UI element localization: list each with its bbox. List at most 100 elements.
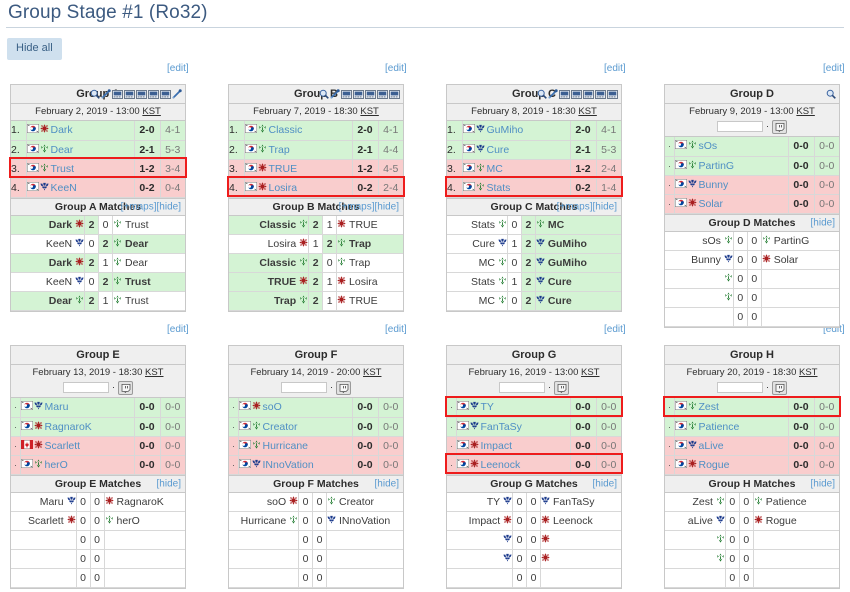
match-row[interactable]: Trap 21 TRUE	[229, 291, 403, 311]
player-link[interactable]: Patience	[699, 421, 740, 433]
match-row[interactable]: Dark 21 Dear	[11, 253, 185, 273]
player-link[interactable]: FanTaSy	[481, 421, 522, 433]
match-row[interactable]: KeeN 02 Trust	[11, 272, 185, 292]
match-row[interactable]: KeeN 02 Dear	[11, 234, 185, 254]
vod-icon[interactable]	[353, 89, 364, 99]
vod-icon[interactable]	[377, 89, 388, 99]
player-link[interactable]: INnoVation	[263, 459, 314, 471]
match-row[interactable]: 00	[11, 568, 185, 588]
player-link[interactable]: KeeN	[51, 182, 77, 194]
player-link[interactable]: Cure	[487, 144, 510, 156]
twitch-icon[interactable]	[772, 380, 788, 395]
player-link[interactable]: Losira	[269, 182, 298, 194]
match-row[interactable]: 00	[665, 568, 839, 588]
player-link[interactable]: Solar	[699, 198, 724, 210]
player-link[interactable]: Leenock	[481, 459, 521, 471]
player-link[interactable]: PartinG	[699, 160, 735, 172]
match-row[interactable]: Bunny 00 Solar	[665, 250, 839, 270]
player-link[interactable]: Maru	[45, 401, 69, 413]
match-row[interactable]: soO 00 Creator	[229, 492, 403, 512]
add-maps-link[interactable]: [+maps]	[121, 201, 157, 212]
twitch-icon[interactable]	[772, 119, 788, 134]
vod-icon[interactable]	[136, 89, 147, 99]
match-row[interactable]: Maru 00 RagnaroK	[11, 492, 185, 512]
edit-link[interactable]: [edit]	[823, 63, 845, 74]
wrench-icon[interactable]	[548, 89, 558, 99]
vod-icon[interactable]	[112, 89, 123, 99]
player-link[interactable]: Impact	[481, 440, 513, 452]
hide-matches-link[interactable]: [hide]	[593, 478, 617, 489]
match-row[interactable]: Dear 21 Trust	[11, 291, 185, 311]
player-link[interactable]: Bunny	[699, 179, 729, 191]
add-maps-link[interactable]: [+maps]	[557, 201, 593, 212]
twitch-icon[interactable]	[118, 380, 134, 395]
match-row[interactable]: TRUE 21 Losira	[229, 272, 403, 292]
match-row[interactable]: 00	[665, 530, 839, 550]
edit-link[interactable]: [edit]	[167, 324, 189, 335]
wrench-icon[interactable]	[172, 89, 182, 99]
edit-link[interactable]: [edit]	[604, 63, 626, 74]
twitch-icon[interactable]	[554, 380, 570, 395]
hide-matches-link[interactable]: [hide]	[811, 217, 835, 228]
edit-link[interactable]: [edit]	[167, 63, 189, 74]
twitch-icon[interactable]	[336, 380, 352, 395]
hide-all-button[interactable]: Hide all	[7, 38, 62, 60]
hide-matches-link[interactable]: [hide]	[375, 201, 399, 212]
vod-icon[interactable]	[341, 89, 352, 99]
player-link[interactable]: sOs	[699, 140, 718, 152]
match-row[interactable]: Dark 20 Trust	[11, 215, 185, 235]
match-row[interactable]: aLive 00 Rogue	[665, 511, 839, 531]
hide-matches-link[interactable]: [hide]	[375, 478, 399, 489]
match-row[interactable]: 00	[665, 288, 839, 308]
match-row[interactable]: 00	[229, 568, 403, 588]
player-link[interactable]: Stats	[487, 182, 511, 194]
search-icon[interactable]	[90, 89, 100, 99]
match-row[interactable]: 00	[447, 568, 621, 588]
match-row[interactable]: sOs 00 PartinG	[665, 231, 839, 251]
match-row[interactable]: Stats 02 MC	[447, 215, 621, 235]
vod-icon[interactable]	[160, 89, 171, 99]
vod-icon[interactable]	[607, 89, 618, 99]
match-row[interactable]: 00	[665, 307, 839, 327]
player-link[interactable]: Scarlett	[45, 440, 81, 452]
player-link[interactable]: Trap	[269, 144, 290, 156]
wrench-icon[interactable]	[101, 89, 111, 99]
match-row[interactable]: Zest 00 Patience	[665, 492, 839, 512]
search-icon[interactable]	[826, 89, 836, 99]
player-link[interactable]: herO	[45, 459, 68, 471]
wrench-icon[interactable]	[330, 89, 340, 99]
hide-matches-link[interactable]: [hide]	[157, 478, 181, 489]
vod-icon[interactable]	[365, 89, 376, 99]
match-row[interactable]: TY 00 FanTaSy	[447, 492, 621, 512]
match-row[interactable]: 00	[665, 269, 839, 289]
player-link[interactable]: TRUE	[269, 163, 298, 175]
match-row[interactable]: MC 02 GuMiho	[447, 253, 621, 273]
match-row[interactable]: 00	[11, 549, 185, 569]
player-link[interactable]: Rogue	[699, 459, 730, 471]
player-link[interactable]: Classic	[269, 124, 303, 136]
match-row[interactable]: Hurricane 00 INnoVation	[229, 511, 403, 531]
match-row[interactable]: Impact 00 Leenock	[447, 511, 621, 531]
match-row[interactable]: Classic 21 TRUE	[229, 215, 403, 235]
match-row[interactable]: 00	[229, 549, 403, 569]
player-link[interactable]: RagnaroK	[45, 421, 92, 433]
hide-matches-link[interactable]: [hide]	[157, 201, 181, 212]
match-row[interactable]: 00	[447, 549, 621, 569]
vod-icon[interactable]	[389, 89, 400, 99]
vod-icon[interactable]	[124, 89, 135, 99]
edit-link[interactable]: [edit]	[385, 63, 407, 74]
player-link[interactable]: Zest	[699, 401, 719, 413]
hide-matches-link[interactable]: [hide]	[593, 201, 617, 212]
search-icon[interactable]	[319, 89, 329, 99]
vod-icon[interactable]	[595, 89, 606, 99]
vod-icon[interactable]	[583, 89, 594, 99]
player-link[interactable]: aLive	[699, 440, 724, 452]
add-maps-link[interactable]: [+maps]	[339, 201, 375, 212]
match-row[interactable]: Stats 12 Cure	[447, 272, 621, 292]
edit-link[interactable]: [edit]	[385, 324, 407, 335]
hide-matches-link[interactable]: [hide]	[811, 478, 835, 489]
player-link[interactable]: soO	[263, 401, 282, 413]
match-row[interactable]: MC 02 Cure	[447, 291, 621, 311]
player-link[interactable]: TY	[481, 401, 494, 413]
edit-link[interactable]: [edit]	[604, 324, 626, 335]
